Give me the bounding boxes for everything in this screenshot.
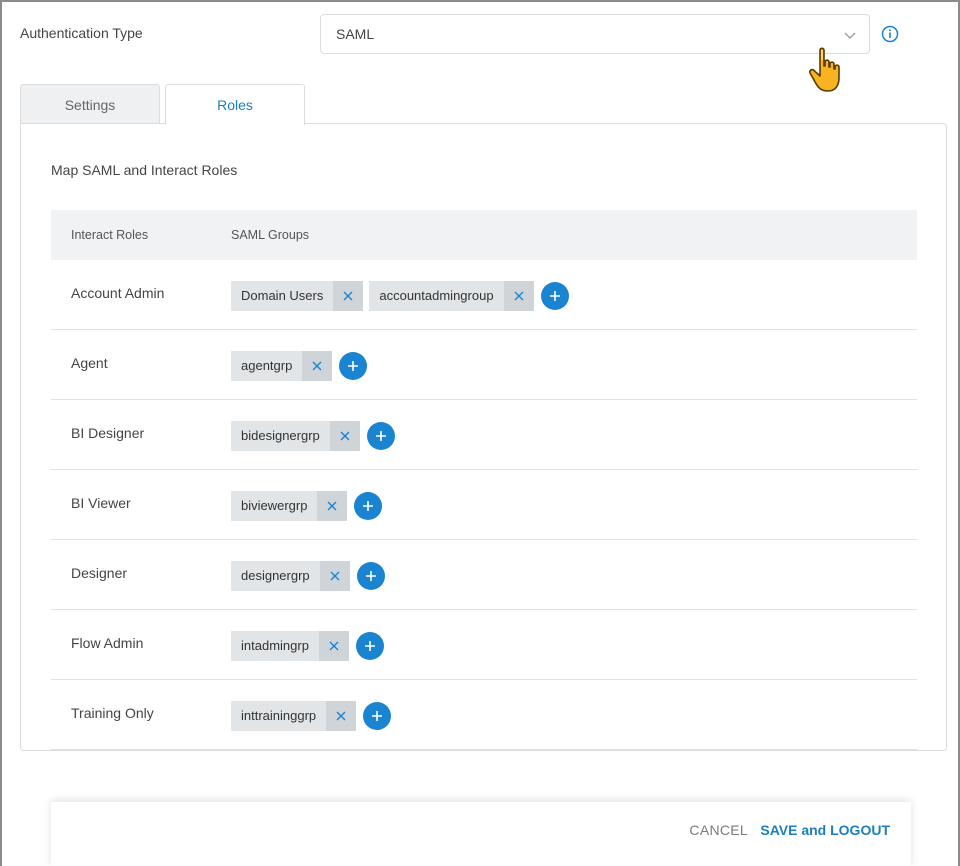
close-icon <box>330 571 340 580</box>
role-name: Account Admin <box>71 284 165 301</box>
info-icon[interactable] <box>881 25 899 43</box>
close-icon <box>336 711 346 720</box>
tab-settings[interactable]: Settings <box>20 84 160 124</box>
group-chip-label: designergrp <box>241 568 310 583</box>
saml-group-chips: biviewergrp <box>231 490 383 521</box>
add-group-button[interactable] <box>366 421 395 450</box>
close-icon <box>514 291 524 300</box>
role-name: Flow Admin <box>71 634 144 651</box>
table-row: Account Admin Domain Users accountadming… <box>51 260 917 330</box>
saml-group-chips: designergrp <box>231 560 385 591</box>
authentication-type-select[interactable]: SAML <box>320 14 870 54</box>
group-chip-label: agentgrp <box>241 358 293 373</box>
table-row: Agent agentgrp <box>51 330 917 400</box>
authentication-type-value: SAML <box>336 26 375 42</box>
tab-roles-label: Roles <box>217 97 253 113</box>
add-group-button[interactable] <box>356 561 385 590</box>
close-icon <box>312 361 322 370</box>
group-chip-label: intadmingrp <box>241 638 309 653</box>
table-header: Interact Roles SAML Groups <box>51 210 917 260</box>
remove-group-button[interactable] <box>333 280 364 311</box>
table-row: Training Only inttraininggrp <box>51 680 917 750</box>
plus-icon <box>372 710 383 721</box>
group-chip: agentgrp <box>231 350 333 381</box>
remove-group-button[interactable] <box>318 630 349 661</box>
plus-icon <box>375 430 386 441</box>
close-icon <box>343 291 353 300</box>
chevron-down-icon <box>844 32 856 39</box>
saml-group-chips: agentgrp <box>231 350 368 381</box>
roles-panel: Map SAML and Interact Roles Interact Rol… <box>20 123 947 751</box>
group-chip: biviewergrp <box>231 490 348 521</box>
remove-group-button[interactable] <box>317 490 348 521</box>
remove-group-button[interactable] <box>302 350 333 381</box>
group-chip: accountadmingroup <box>369 280 534 311</box>
group-chip: Domain Users <box>231 280 364 311</box>
hand-pointer-icon <box>809 47 840 92</box>
panel-title: Map SAML and Interact Roles <box>51 162 238 178</box>
close-icon <box>329 641 339 650</box>
plus-icon <box>348 360 359 371</box>
add-group-button[interactable] <box>355 631 384 660</box>
group-chip-label: Domain Users <box>241 288 324 303</box>
plus-icon <box>549 290 560 301</box>
group-chip: bidesignergrp <box>231 420 360 451</box>
authentication-type-label: Authentication Type <box>20 25 143 41</box>
column-header-saml-groups: SAML Groups <box>231 228 310 242</box>
save-and-logout-button[interactable]: SAVE and LOGOUT <box>760 822 890 838</box>
group-chip: intadmingrp <box>231 630 349 661</box>
remove-group-button[interactable] <box>319 560 350 591</box>
tab-roles[interactable]: Roles <box>165 84 305 125</box>
plus-icon <box>364 640 375 651</box>
settings-window: Authentication Type SAML Settings Roles … <box>0 0 960 866</box>
saml-group-chips: bidesignergrp <box>231 420 395 451</box>
roles-table: Interact Roles SAML Groups Account Admin… <box>51 210 917 750</box>
table-row: BI Designer bidesignergrp <box>51 400 917 470</box>
group-chip: inttraininggrp <box>231 700 357 731</box>
tab-settings-label: Settings <box>64 96 116 113</box>
column-header-interact-roles: Interact Roles <box>71 228 149 242</box>
role-name: BI Designer <box>71 424 145 441</box>
group-chip: designergrp <box>231 560 350 591</box>
role-name: Training Only <box>71 704 154 721</box>
group-chip-label: bidesignergrp <box>241 428 320 443</box>
add-group-button[interactable] <box>354 491 383 520</box>
plus-icon <box>363 500 374 511</box>
remove-group-button[interactable] <box>329 420 360 451</box>
role-name: BI Viewer <box>71 494 131 511</box>
saml-group-chips: intadmingrp <box>231 630 384 661</box>
table-row: Designer designergrp <box>51 540 917 610</box>
role-name: Agent <box>71 354 108 371</box>
add-group-button[interactable] <box>363 701 392 730</box>
close-icon <box>327 501 337 510</box>
group-chip-label: inttraininggrp <box>241 708 317 723</box>
group-chip-label: accountadmingroup <box>379 288 494 303</box>
remove-group-button[interactable] <box>503 280 534 311</box>
remove-group-button[interactable] <box>326 700 357 731</box>
add-group-button[interactable] <box>339 351 368 380</box>
table-row: Flow Admin intadmingrp <box>51 610 917 680</box>
saml-group-chips: Domain Users accountadmingroup <box>231 280 569 311</box>
plus-icon <box>365 570 376 581</box>
role-name: Designer <box>71 564 128 581</box>
cancel-button[interactable]: CANCEL <box>689 822 748 838</box>
footer-action-bar: CANCEL SAVE and LOGOUT <box>51 802 911 866</box>
close-icon <box>340 431 350 440</box>
table-row: BI Viewer biviewergrp <box>51 470 917 540</box>
add-group-button[interactable] <box>540 281 569 310</box>
group-chip-label: biviewergrp <box>241 498 308 513</box>
saml-group-chips: inttraininggrp <box>231 700 392 731</box>
